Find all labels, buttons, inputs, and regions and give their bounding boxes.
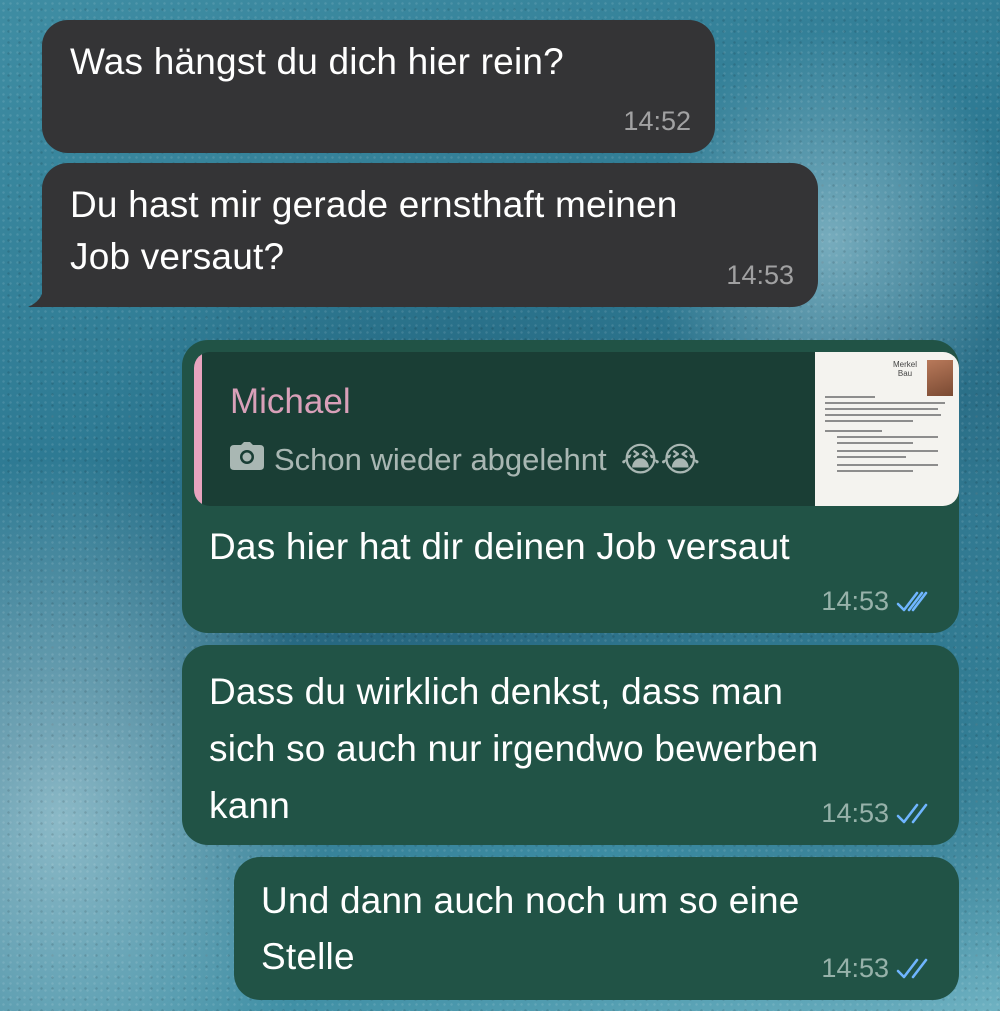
double-check-icon bbox=[895, 957, 935, 981]
message-text-line: sich so auch nur irgendwo bewerben bbox=[209, 728, 819, 769]
outgoing-message[interactable]: Michael Schon wieder abgelehnt 😭😭 Merkel… bbox=[182, 340, 959, 633]
message-text: Das hier hat dir deinen Job versaut bbox=[209, 526, 790, 567]
message-text: Du hast mir gerade ernsthaft meinen Job … bbox=[70, 179, 678, 283]
outgoing-message[interactable]: Dass du wirklich denkst, dass man sich s… bbox=[182, 645, 959, 845]
quote-preview-text: Schon wieder abgelehnt bbox=[274, 442, 607, 477]
quote-author: Michael bbox=[230, 382, 351, 421]
message-text: Und dann auch noch um so eine Stelle bbox=[261, 873, 800, 985]
camera-icon bbox=[230, 442, 264, 478]
quote-accent-bar bbox=[194, 352, 202, 506]
message-text-line: Du hast mir gerade ernsthaft meinen bbox=[70, 184, 678, 225]
message-text-line: Und dann auch noch um so eine bbox=[261, 880, 800, 921]
message-timestamp: 14:53 bbox=[821, 798, 935, 829]
message-text-line: kann bbox=[209, 785, 291, 826]
message-text-line: Stelle bbox=[261, 936, 355, 977]
outgoing-message[interactable]: Und dann auch noch um so eine Stelle 14:… bbox=[234, 857, 959, 1000]
message-timestamp: 14:53 bbox=[726, 260, 794, 290]
bubble-tail bbox=[28, 287, 52, 307]
thumbnail-document-lines bbox=[825, 396, 951, 476]
quote-preview: Schon wieder abgelehnt 😭😭 bbox=[230, 440, 700, 480]
double-check-icon bbox=[895, 590, 935, 614]
thumbnail-logo: Merkel Bau bbox=[892, 360, 917, 378]
incoming-message[interactable]: Was hängst du dich hier rein? 14:52 bbox=[42, 20, 715, 153]
message-timestamp: 14:53 bbox=[821, 586, 935, 617]
message-timestamp: 14:52 bbox=[623, 106, 691, 136]
double-check-icon bbox=[895, 802, 935, 826]
thumbnail-photo bbox=[927, 360, 953, 396]
message-text: Dass du wirklich denkst, dass man sich s… bbox=[209, 663, 818, 834]
incoming-message[interactable]: Du hast mir gerade ernsthaft meinen Job … bbox=[28, 163, 818, 307]
message-text: Was hängst du dich hier rein? bbox=[70, 41, 564, 82]
crying-emoji: 😭😭 bbox=[620, 441, 701, 479]
message-text-line: Job versaut? bbox=[70, 236, 285, 277]
quote-thumbnail: Merkel Bau bbox=[815, 352, 959, 506]
message-timestamp: 14:53 bbox=[821, 953, 935, 984]
quoted-reply[interactable]: Michael Schon wieder abgelehnt 😭😭 Merkel… bbox=[194, 352, 959, 506]
message-text-line: Dass du wirklich denkst, dass man bbox=[209, 671, 784, 712]
